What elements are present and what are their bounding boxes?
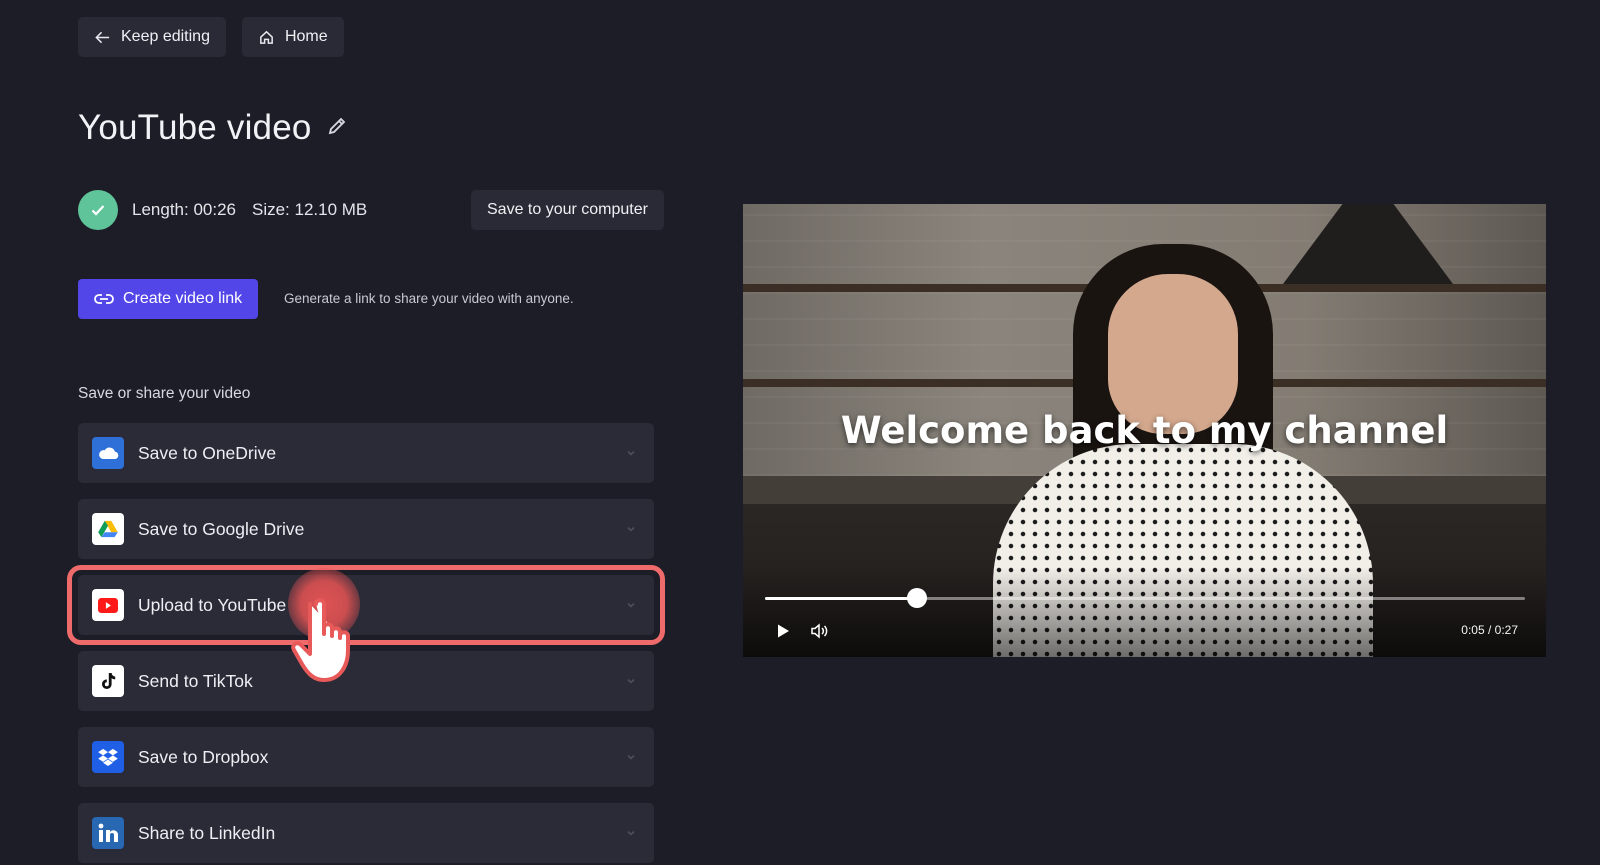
home-icon [260,30,273,44]
chevron-down-icon [626,445,636,456]
video-time: 0:05 / 0:27 [1461,623,1518,637]
video-progress-handle[interactable] [907,588,927,608]
page-title: YouTube video [78,108,312,147]
chevron-down-icon [626,825,636,836]
share-google-drive-item[interactable]: Save to Google Drive [78,499,654,559]
play-icon[interactable] [775,623,791,639]
share-section-label: Save or share your video [78,385,251,402]
video-controls-backdrop [743,567,1546,657]
onedrive-icon [92,437,124,469]
share-onedrive-item[interactable]: Save to OneDrive [78,423,654,483]
chevron-down-icon [626,521,636,532]
video-size: Size: 12.10 MB [251,200,368,219]
video-info: Length: 00:26 Size: 12.10 MB [78,190,367,230]
pencil-icon [328,117,345,134]
share-dropbox-item[interactable]: Save to Dropbox [78,727,654,787]
home-label: Home [284,28,328,45]
video-length: Length: 00:26 [132,200,236,219]
share-item-label: Upload to YouTube [138,594,287,615]
create-video-link-button[interactable]: Create video link [78,279,259,319]
chevron-down-icon [626,673,636,684]
keep-editing-button[interactable]: Keep editing [78,17,226,57]
video-caption: Welcome back to my channel [840,409,1449,452]
hand-pointer-icon [291,598,350,682]
dropbox-icon [92,741,124,773]
chevron-down-icon [626,749,636,760]
create-link-hint: Generate a link to share your video with… [284,291,574,306]
top-nav: Keep editing Home [78,17,344,57]
volume-icon[interactable] [809,621,829,641]
rename-button[interactable] [326,115,348,142]
share-item-label: Save to OneDrive [138,442,277,463]
video-preview[interactable]: Welcome back to my channel 0:05 / 0:27 [743,204,1546,657]
home-button[interactable]: Home [241,17,344,57]
link-icon [94,294,114,304]
share-item-label: Save to Dropbox [138,746,269,767]
save-to-computer-button[interactable]: Save to your computer [471,190,664,230]
share-item-label: Share to LinkedIn [138,822,276,843]
title-row: YouTube video [78,108,348,148]
create-video-link-label: Create video link [123,290,243,307]
share-linkedin-item[interactable]: Share to LinkedIn [78,803,654,863]
youtube-icon [92,589,124,621]
share-item-label: Save to Google Drive [138,518,305,539]
google-drive-icon [92,513,124,545]
video-progress-bar[interactable] [765,588,1525,608]
linkedin-icon [92,817,124,849]
tiktok-icon [92,665,124,697]
keep-editing-label: Keep editing [121,28,210,45]
share-item-label: Send to TikTok [138,670,253,691]
video-progress-fill [765,597,917,600]
arrow-left-icon [95,31,110,43]
chevron-down-icon [626,597,636,608]
export-complete-badge [78,190,118,230]
checkmark-icon [91,205,105,216]
